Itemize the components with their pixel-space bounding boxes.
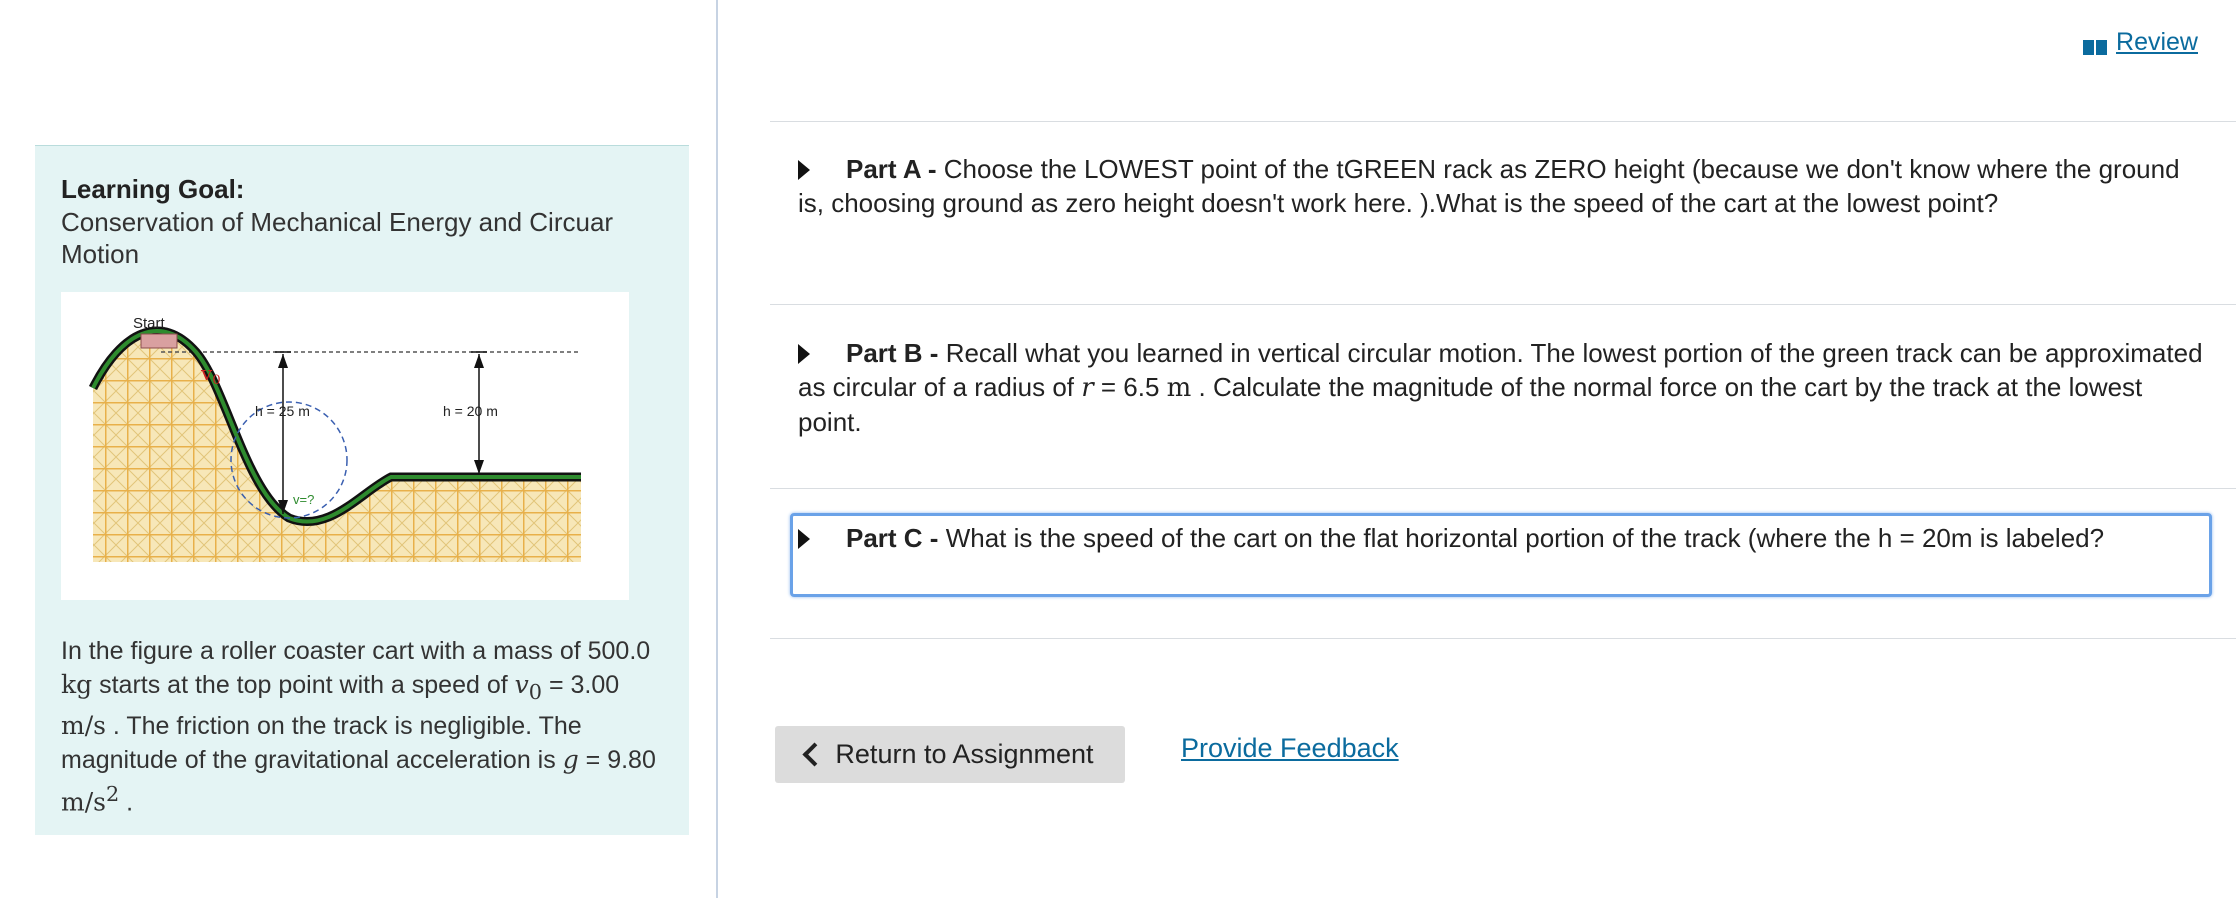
expand-triangle-icon[interactable] <box>798 344 810 364</box>
h1-label: h = 25 m <box>255 403 310 419</box>
provide-feedback-link[interactable]: Provide Feedback <box>1181 733 1399 764</box>
start-label: Start <box>133 315 166 332</box>
part-a-text: Choose the LOWEST point of the tGREEN ra… <box>798 154 2180 218</box>
part-b[interactable]: Part B - Recall what you learned in vert… <box>798 336 2208 439</box>
return-label: Return to Assignment <box>835 739 1094 769</box>
h2-label: h = 20 m <box>443 403 498 419</box>
learning-goal-title: Learning Goal: <box>61 174 245 204</box>
expand-triangle-icon[interactable] <box>798 529 810 549</box>
separator <box>770 304 2236 305</box>
cart <box>140 333 178 349</box>
separator <box>770 121 2236 122</box>
part-c-label: Part C - <box>846 523 939 553</box>
part-b-label: Part B - <box>846 338 939 368</box>
separator <box>770 488 2236 489</box>
roller-coaster-figure: Start v0 h = 25 m h = 20 m v=? <box>61 292 629 600</box>
learning-goal-subtitle: Conservation of Mechanical Energy and Ci… <box>61 207 614 269</box>
learning-goal-panel: Learning Goal: Conservation of Mechanica… <box>35 145 689 835</box>
book-icon <box>2082 34 2108 55</box>
review-link[interactable]: Review <box>2082 28 2198 57</box>
vertical-divider <box>716 0 718 898</box>
part-c[interactable]: Part C - What is the speed of the cart o… <box>798 521 2208 555</box>
v0-label: v0 <box>200 361 221 388</box>
chevron-left-icon <box>802 742 827 767</box>
part-a-label: Part A - <box>846 154 937 184</box>
return-to-assignment-button[interactable]: Return to Assignment <box>775 726 1125 783</box>
v-label: v=? <box>293 492 314 507</box>
part-c-text: What is the speed of the cart on the fla… <box>938 523 2105 553</box>
problem-statement: In the figure a roller coaster cart with… <box>61 637 656 817</box>
part-a[interactable]: Part A - Choose the LOWEST point of the … <box>798 152 2208 220</box>
separator <box>770 638 2236 639</box>
review-label: Review <box>2116 28 2198 56</box>
roller-coaster-diagram: Start v0 h = 25 m h = 20 m v=? <box>88 315 581 562</box>
expand-triangle-icon[interactable] <box>798 160 810 180</box>
scaffold-structure <box>93 331 581 562</box>
